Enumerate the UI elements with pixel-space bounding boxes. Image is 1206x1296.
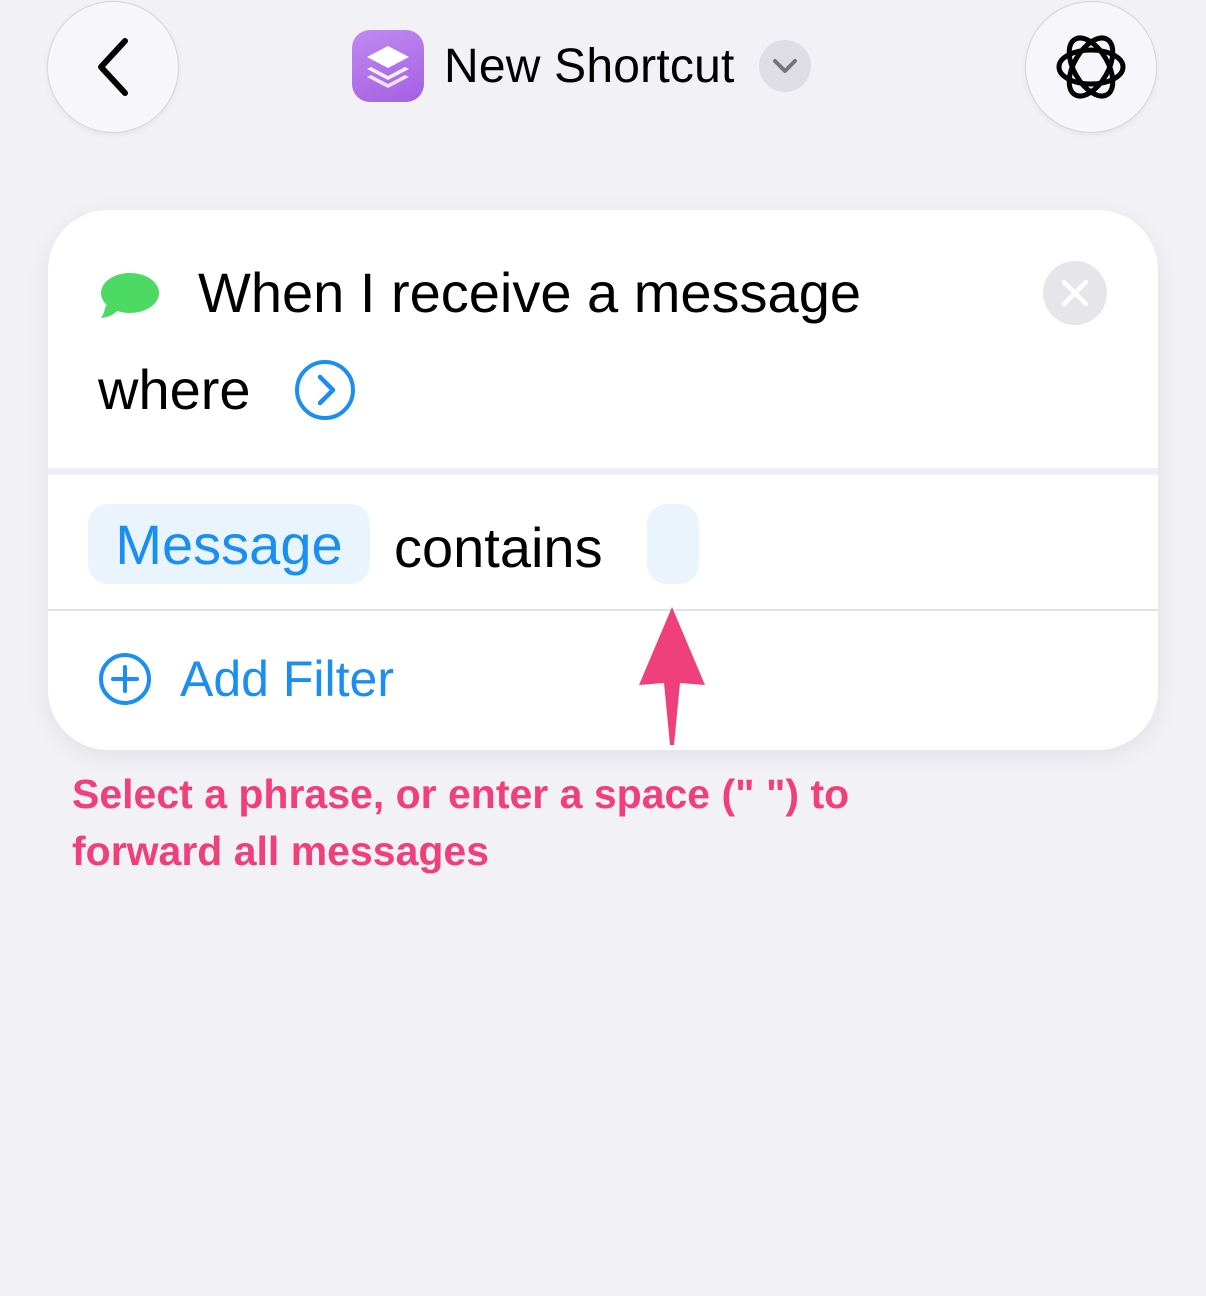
add-filter-button[interactable]: Add Filter <box>180 650 394 708</box>
trigger-title: When I receive a message <box>198 261 861 324</box>
filter-field-token[interactable]: Message <box>88 504 370 584</box>
filter-value-token[interactable] <box>647 504 699 584</box>
where-label: where <box>98 358 251 421</box>
chevron-down-icon[interactable] <box>758 40 811 92</box>
remove-trigger-button[interactable] <box>1043 261 1107 325</box>
shortcut-title-menu[interactable]: New Shortcut <box>352 30 811 102</box>
section-divider <box>48 468 1158 475</box>
close-icon <box>1061 279 1089 307</box>
trigger-card: When I receive a message where Message c… <box>48 210 1158 750</box>
assistant-button[interactable] <box>1025 1 1157 133</box>
apple-intelligence-icon <box>1056 35 1126 99</box>
row-divider <box>48 609 1158 611</box>
messages-icon <box>101 273 159 318</box>
page-title: New Shortcut <box>444 39 735 93</box>
back-button[interactable] <box>47 1 179 133</box>
expand-options-icon[interactable] <box>294 359 356 421</box>
plus-circle-icon[interactable] <box>98 652 152 706</box>
arrow-up-icon <box>639 607 705 745</box>
filter-operator[interactable]: contains <box>394 515 603 580</box>
shortcuts-icon <box>352 30 424 102</box>
annotation-text: Select a phrase, or enter a space (" ") … <box>72 771 850 874</box>
chevron-left-icon <box>98 38 128 96</box>
